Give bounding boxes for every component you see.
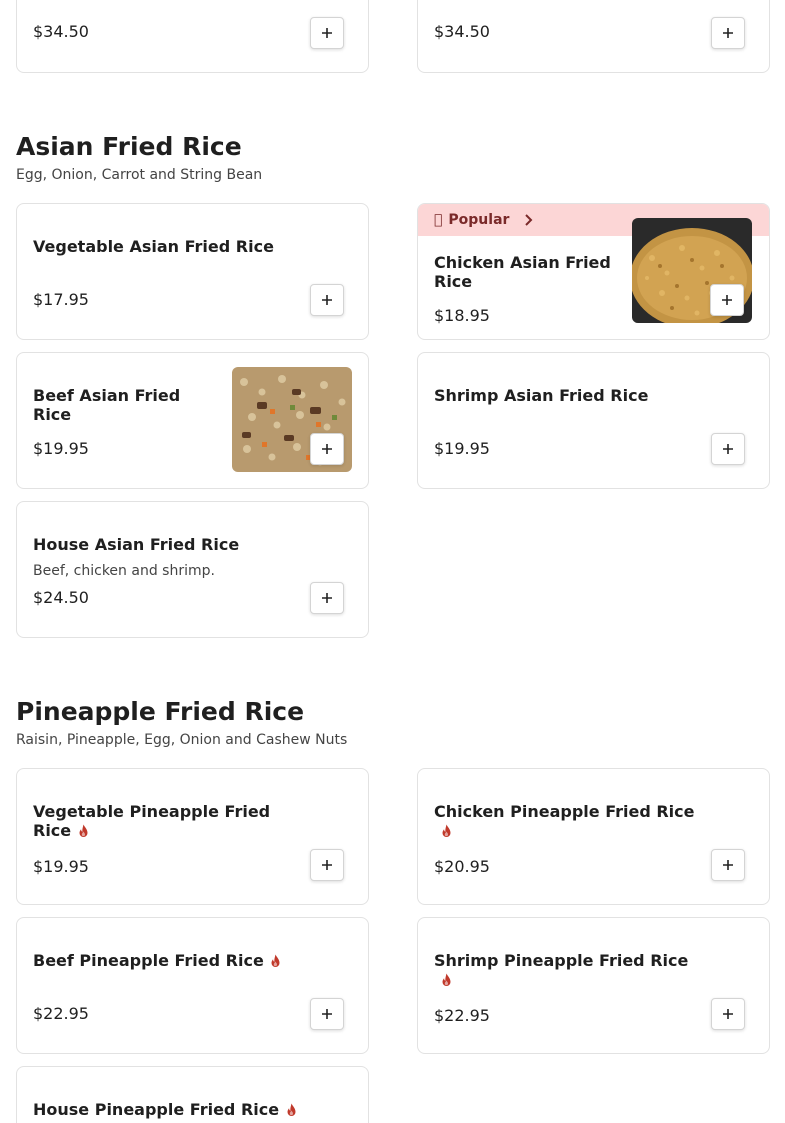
popular-label:  Popular — [434, 212, 535, 228]
menu-item-card[interactable]: Beef Asian Fried Rice $19.95 — [16, 352, 369, 489]
section-description: Egg, Onion, Carrot and String Bean — [16, 167, 263, 183]
menu-item-card[interactable]: Beef Pineapple Fried Rice $22.95 — [16, 917, 369, 1054]
chicken-fried-rice-photo — [632, 218, 752, 323]
menu-item-card[interactable]: House Pineapple Fried Rice — [16, 1066, 369, 1123]
add-item-button[interactable] — [310, 998, 344, 1030]
item-name: House Asian Fried Rice — [33, 535, 240, 554]
item-price: $34.50 — [434, 22, 490, 41]
item-name-wrap: Beef Pineapple Fried Rice — [33, 951, 323, 970]
plus-icon — [723, 28, 733, 38]
popular-icon:  — [434, 212, 442, 228]
section-description: Raisin, Pineapple, Egg, Onion and Cashew… — [16, 732, 348, 748]
item-name: Shrimp Asian Fried Rice — [434, 386, 649, 405]
add-item-button[interactable] — [310, 582, 344, 614]
item-price: $17.95 — [33, 290, 89, 309]
add-item-button[interactable] — [310, 433, 344, 465]
plus-icon — [322, 860, 332, 870]
item-name-wrap: Chicken Pineapple Fried Rice — [434, 802, 709, 840]
plus-icon — [723, 1009, 733, 1019]
item-price: $19.95 — [33, 439, 89, 458]
flame-icon — [442, 824, 451, 837]
item-name: Beef Pineapple Fried Rice — [33, 951, 264, 970]
add-item-button[interactable] — [310, 849, 344, 881]
section-title: Asian Fried Rice — [16, 132, 242, 161]
menu-item-card[interactable]: Chicken Pineapple Fried Rice $20.95 — [417, 768, 770, 905]
flame-icon — [271, 954, 280, 967]
plus-icon — [322, 1009, 332, 1019]
flame-icon — [79, 824, 88, 837]
menu-item-card[interactable]:  Popular Chicken Asian Fried Rice $18.9… — [417, 203, 770, 340]
item-price: $24.50 — [33, 588, 89, 607]
menu-item-card[interactable]: Vegetable Pineapple Fried Rice $19.95 — [16, 768, 369, 905]
add-item-button[interactable] — [711, 17, 745, 49]
menu-item-card[interactable]: $34.50 — [16, 0, 369, 73]
item-name: Chicken Pineapple Fried Rice — [434, 802, 695, 821]
item-name: Vegetable Asian Fried Rice — [33, 237, 274, 256]
plus-icon — [723, 444, 733, 454]
add-item-button[interactable] — [711, 433, 745, 465]
item-price: $19.95 — [434, 439, 490, 458]
add-item-button[interactable] — [711, 998, 745, 1030]
item-description: Beef, chicken and shrimp. — [33, 563, 215, 579]
menu-item-card[interactable]: $34.50 — [417, 0, 770, 73]
flame-icon — [287, 1103, 296, 1116]
plus-icon — [322, 593, 332, 603]
menu-item-card[interactable]: Vegetable Asian Fried Rice $17.95 — [16, 203, 369, 340]
plus-icon — [722, 295, 732, 305]
item-price: $22.95 — [434, 1006, 490, 1025]
menu-item-card[interactable]: Shrimp Asian Fried Rice $19.95 — [417, 352, 770, 489]
item-price: $34.50 — [33, 22, 89, 41]
section-title: Pineapple Fried Rice — [16, 697, 305, 726]
item-name: Shrimp Pineapple Fried Rice — [434, 951, 689, 970]
item-name: Vegetable Pineapple Fried Rice — [33, 802, 271, 840]
add-item-button[interactable] — [310, 284, 344, 316]
plus-icon — [723, 860, 733, 870]
plus-icon — [322, 444, 332, 454]
popular-text: Popular — [440, 212, 509, 228]
item-name-wrap: Vegetable Pineapple Fried Rice — [33, 802, 293, 840]
plus-icon — [322, 295, 332, 305]
plus-icon — [322, 28, 332, 38]
item-name-wrap: Shrimp Pineapple Fried Rice — [434, 951, 709, 989]
item-name: Beef Asian Fried Rice — [33, 386, 181, 424]
beef-fried-rice-photo — [232, 367, 352, 472]
item-name-wrap: House Pineapple Fried Rice — [33, 1100, 308, 1119]
item-price: $22.95 — [33, 1004, 89, 1023]
item-name: House Pineapple Fried Rice — [33, 1100, 280, 1119]
item-price: $19.95 — [33, 857, 89, 876]
item-price: $18.95 — [434, 306, 490, 325]
chevron-right-icon — [525, 214, 533, 226]
add-item-button[interactable] — [711, 849, 745, 881]
add-item-button[interactable] — [310, 17, 344, 49]
menu-item-card[interactable]: Shrimp Pineapple Fried Rice $22.95 — [417, 917, 770, 1054]
menu-item-card[interactable]: House Asian Fried Rice Beef, chicken and… — [16, 501, 369, 638]
item-price: $20.95 — [434, 857, 490, 876]
add-item-button[interactable] — [710, 284, 744, 316]
flame-icon — [442, 973, 451, 986]
item-name: Chicken Asian Fried Rice — [434, 253, 611, 291]
